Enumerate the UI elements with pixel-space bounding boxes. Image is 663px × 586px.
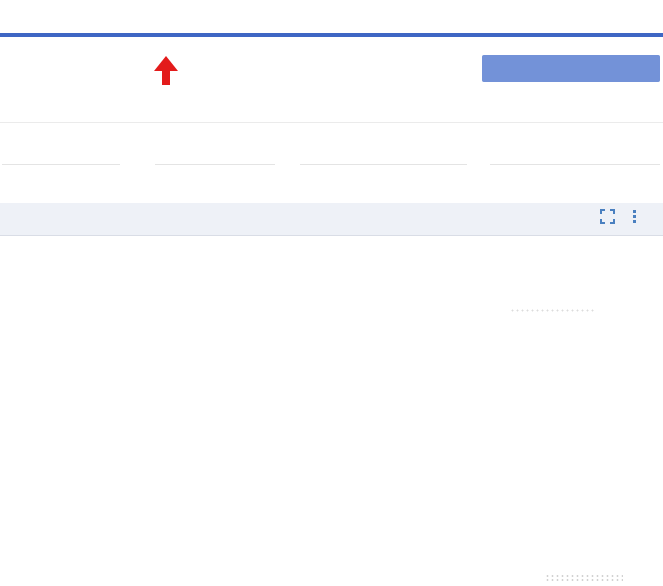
chart-scrollbar[interactable]: [545, 574, 623, 582]
kline-chart-canvas[interactable]: [0, 276, 663, 561]
stat-prev-close: [155, 124, 275, 165]
period-tabbar: [0, 203, 663, 236]
chart-toolbar: [600, 209, 636, 224]
quote-stats-table: [0, 122, 663, 213]
reverse-rate-button[interactable]: [482, 55, 660, 82]
page-title: [8, 4, 14, 30]
stat-range: [490, 124, 660, 165]
fullscreen-icon[interactable]: [600, 209, 615, 224]
more-options-icon[interactable]: [633, 210, 636, 223]
header-divider: [0, 33, 663, 37]
stat-open: [2, 124, 120, 165]
macd-legend: [20, 571, 34, 586]
stat-amplitude: [300, 124, 467, 165]
up-arrow-icon: [154, 56, 178, 86]
